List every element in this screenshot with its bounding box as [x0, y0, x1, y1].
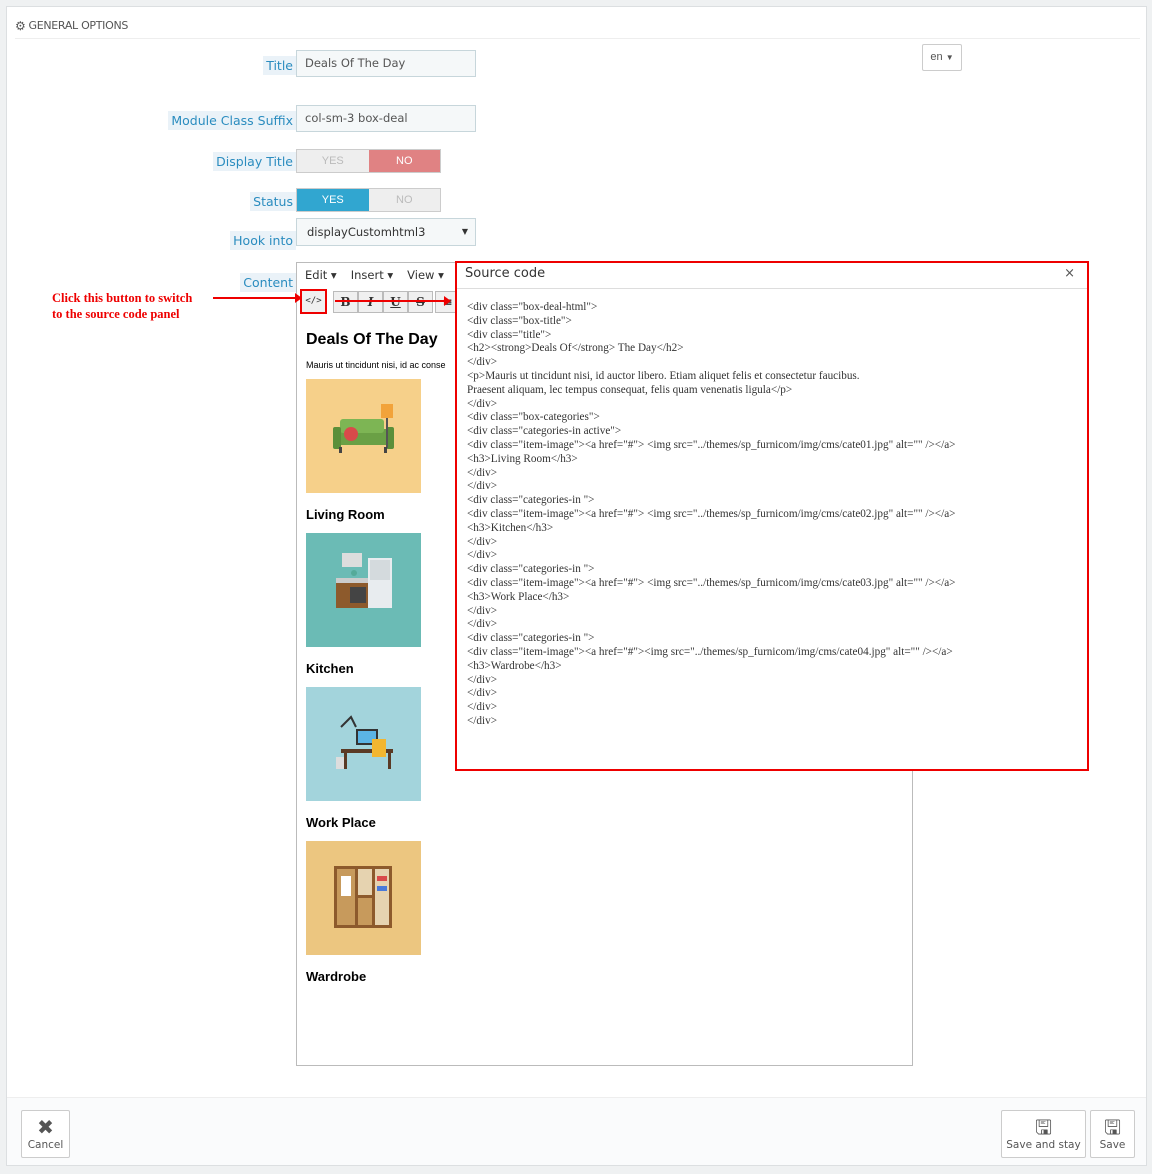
kitchen-image — [306, 533, 421, 647]
dialog-title: Source code — [465, 266, 546, 281]
annotation-arrow — [335, 296, 451, 306]
language-dropdown[interactable]: en ▼ — [922, 44, 962, 71]
display-title-switch[interactable]: YES NO — [296, 149, 441, 173]
title-label: Title — [263, 56, 296, 75]
wardrobe-image — [306, 841, 421, 955]
save-and-stay-button[interactable]: 🖫 Save and stay — [1001, 1110, 1086, 1158]
hook-label: Hook into — [230, 231, 296, 250]
panel-footer: ✖ Cancel 🖫 Save and stay 🖫 Save — [7, 1097, 1146, 1165]
content-paragraph: Mauris ut tincidunt nisi, id ac consequa… — [306, 360, 446, 370]
strikethrough-button[interactable]: S — [408, 291, 433, 313]
work-place-image — [306, 687, 421, 801]
save-button[interactable]: 🖫 Save — [1090, 1110, 1135, 1158]
display-title-label: Display Title — [213, 152, 296, 171]
content-label: Content — [240, 273, 296, 292]
annotation-line: Click this button to switch — [52, 291, 193, 305]
suffix-label: Module Class Suffix — [168, 111, 296, 130]
title-input[interactable]: Deals Of The Day — [296, 50, 476, 77]
close-icon: ✖ — [37, 1115, 54, 1139]
source-code-textarea[interactable]: <div class="box-deal-html"> <div class="… — [467, 301, 955, 729]
language-value: en — [930, 51, 943, 63]
cancel-button[interactable]: ✖ Cancel — [21, 1110, 70, 1158]
source-code-dialog: Source code × <div class="box-deal-html"… — [455, 261, 1089, 771]
menu-view[interactable]: View ▾ — [407, 268, 444, 282]
caret-down-icon: ▼ — [461, 227, 468, 236]
display-title-no[interactable]: NO — [368, 150, 440, 172]
annotation-arrow — [213, 293, 302, 303]
category-title: Work Place — [306, 815, 376, 830]
cancel-label: Cancel — [27, 1139, 64, 1151]
status-no[interactable]: NO — [369, 189, 441, 211]
italic-button[interactable]: I — [358, 291, 383, 313]
floppy-disk-icon: 🖫 — [1103, 1115, 1122, 1139]
close-icon[interactable]: × — [1064, 263, 1075, 285]
status-switch[interactable]: YES NO — [296, 188, 441, 212]
hook-select[interactable]: displayCustomhtml3 ▼ — [296, 218, 476, 246]
annotation-line: to the source code panel — [52, 307, 180, 321]
annotation-callout: Click this button to switch to the sourc… — [52, 290, 192, 322]
suffix-input[interactable]: col-sm-3 box-deal — [296, 105, 476, 132]
status-yes[interactable]: YES — [297, 189, 369, 211]
display-title-yes[interactable]: YES — [297, 150, 369, 172]
panel-heading-text: GENERAL OPTIONS — [28, 19, 129, 32]
dialog-header: Source code × — [457, 263, 1087, 289]
cogs-icon: ⚙ — [15, 18, 26, 33]
category-title: Wardrobe — [306, 969, 367, 984]
underline-button[interactable]: U — [383, 291, 408, 313]
caret-down-icon: ▼ — [945, 53, 954, 62]
living-room-image — [306, 379, 421, 493]
save-label: Save — [1099, 1139, 1126, 1151]
bold-button[interactable]: B — [333, 291, 358, 313]
status-label: Status — [250, 192, 296, 211]
menu-insert[interactable]: Insert ▾ — [351, 268, 393, 282]
panel-heading: ⚙ GENERAL OPTIONS — [15, 13, 1140, 39]
floppy-disk-icon: 🖫 — [1034, 1115, 1053, 1139]
editor-toolbar: </> B I U S ≡ — [297, 288, 460, 316]
save-and-stay-label: Save and stay — [1006, 1139, 1081, 1151]
source-code-button[interactable]: </> — [300, 289, 327, 314]
menu-edit[interactable]: Edit ▾ — [305, 268, 337, 282]
hook-value: displayCustomhtml3 — [307, 225, 426, 239]
